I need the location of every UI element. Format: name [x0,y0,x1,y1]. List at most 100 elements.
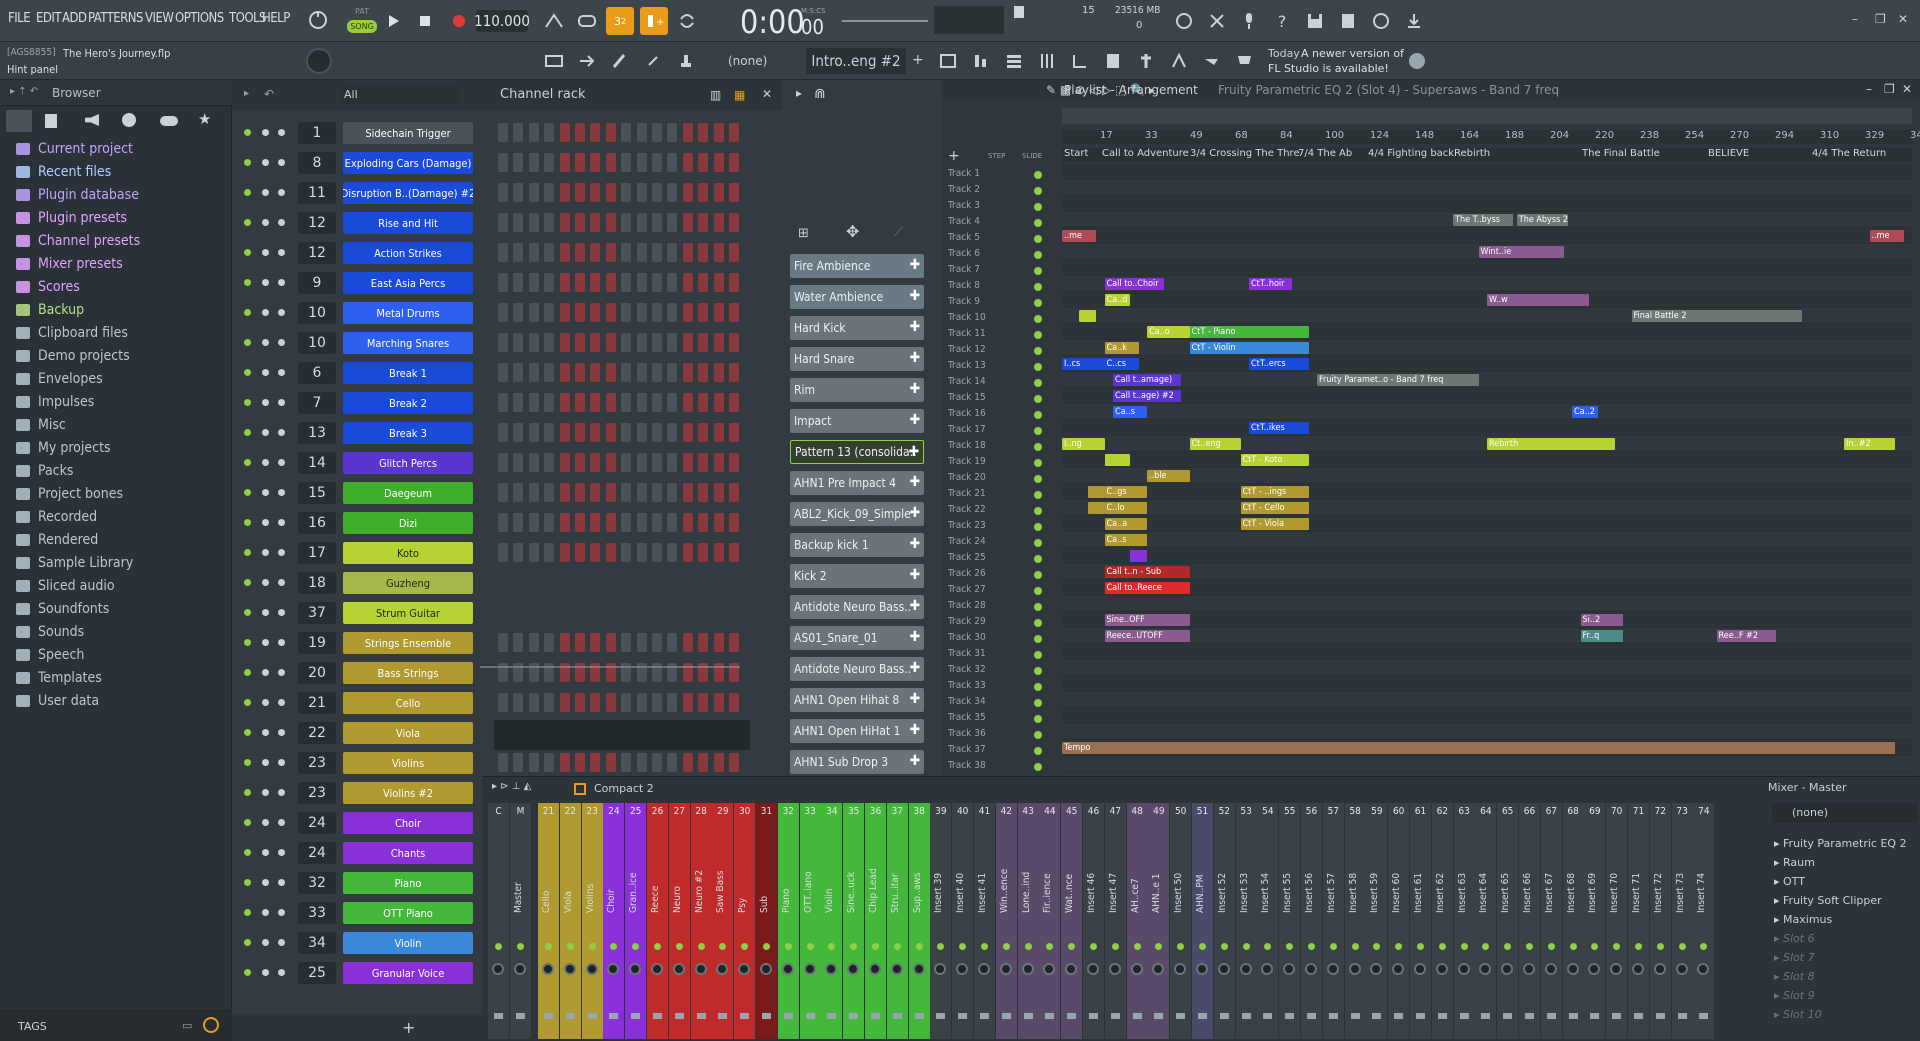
step-button[interactable] [605,753,616,772]
mixer-pan-knob[interactable] [1108,963,1121,975]
mixer-strip[interactable]: 71 Insert 71 [1628,803,1649,1039]
step-button[interactable] [590,183,601,202]
channel-button[interactable]: Viola [343,722,473,744]
step-button[interactable] [713,513,724,532]
step-button[interactable] [667,483,678,502]
track-header[interactable]: Track 31 [948,648,986,659]
channel-button[interactable]: Choir [343,812,473,834]
step-button[interactable] [590,243,601,262]
mixer-strip[interactable]: 38 Sup..aws [908,803,930,1039]
add-icon[interactable]: ✚ [909,257,920,273]
step-button[interactable] [682,273,693,292]
step-button[interactable] [667,513,678,532]
mixer-pan-knob[interactable] [1610,963,1623,975]
mixer-pan-knob[interactable] [1632,963,1644,975]
track-header[interactable]: Track 33 [948,680,986,691]
playlist-clip[interactable]: Wint..ie [1478,246,1564,258]
step-button[interactable] [698,543,709,562]
channel-active-led[interactable] [244,459,251,466]
mixer-strip[interactable]: 65 Insert 65 [1497,803,1519,1039]
step-button[interactable] [498,693,508,712]
mixer-mute-led[interactable] [1504,943,1512,950]
channel-button[interactable]: OTT Piano [343,902,473,924]
mixer-pan-knob[interactable] [1043,963,1056,975]
browser-item[interactable]: User data [16,690,99,712]
browser-item[interactable]: Sounds [16,621,84,643]
mixer-strip[interactable]: 42 Win..ence [995,803,1017,1039]
step-button[interactable] [528,243,539,262]
step-button[interactable] [698,453,709,472]
step-button[interactable] [559,273,570,292]
playlist-clip[interactable]: In..#2 [1844,438,1895,450]
step-button[interactable] [575,543,585,562]
picker-item[interactable]: Hard Kick ✚ [790,316,924,340]
playlist-clip[interactable]: Ca..a [1104,518,1147,530]
mixer-fader[interactable] [1416,1013,1425,1019]
channel-active-led[interactable] [244,309,251,316]
step-button[interactable] [605,453,616,472]
track-header[interactable]: Track 23 [948,520,986,531]
playlist-clip[interactable]: The T..byss [1453,214,1513,226]
step-button[interactable] [575,483,585,502]
mixer-fader[interactable] [980,1013,989,1019]
picker-arrow-icon[interactable]: ▸ [796,86,802,100]
step-button[interactable] [698,633,709,652]
step-button[interactable] [590,363,601,382]
mixer-strip[interactable]: 43 Lone..ind [1017,803,1039,1039]
mixer-mute-led[interactable] [1460,943,1468,950]
step-button[interactable] [636,363,647,382]
browser-item[interactable]: Packs [16,460,73,482]
mixer-pan-knob[interactable] [825,963,838,975]
step-button[interactable] [544,243,555,262]
browser-item[interactable]: Plugin presets [16,207,127,229]
mixer-pan-knob[interactable] [869,963,881,975]
mixer-pan-knob[interactable] [956,963,969,975]
step-button[interactable] [513,393,524,412]
step-button[interactable] [498,393,508,412]
channel-button[interactable]: Guzheng [343,572,473,594]
browser-filter-files-icon[interactable] [45,114,57,128]
playlist-clip[interactable]: The Abyss 2 [1516,214,1568,226]
channel-pan-knob[interactable] [262,639,269,646]
step-button[interactable] [559,543,570,562]
wait-input-icon[interactable] [573,7,601,35]
step-button[interactable] [636,123,647,142]
channel-volume-knob[interactable] [278,789,285,796]
track-mute-led[interactable] [1034,171,1042,179]
mixer-pan-knob[interactable] [1283,963,1296,975]
playlist-clip[interactable]: Rebirth [1487,438,1615,450]
plugin-view-icon[interactable] [1099,47,1127,75]
fx-slot[interactable]: ▸ Slot 8 [1774,970,1815,983]
mixer-fader[interactable] [587,1013,597,1019]
step-button[interactable] [636,303,647,322]
step-button[interactable] [544,303,555,322]
mixer-mute-led[interactable] [1351,943,1359,950]
mixer-track-number[interactable]: 16 [298,512,336,534]
channel-button[interactable]: Granular Voice [343,962,473,984]
playlist-clip[interactable]: ..me [1869,230,1904,242]
track-header[interactable]: Track 1 [948,168,980,179]
mixer-view-label[interactable]: Compact 2 [594,782,654,795]
mixer-mute-led[interactable] [675,943,683,950]
mixer-strip[interactable]: 34 Violin [821,803,843,1039]
step-button[interactable] [575,123,585,142]
add-icon[interactable]: ✚ [909,722,920,738]
channel-pan-knob[interactable] [262,729,269,736]
track-mute-led[interactable] [1034,459,1042,467]
step-button[interactable] [667,633,678,652]
browser-view-icon[interactable] [1066,47,1094,75]
mixer-pan-knob[interactable] [1523,963,1535,975]
menu-file[interactable]: FILE [8,11,31,26]
browser-item[interactable]: Sliced audio [16,575,115,597]
channel-active-led[interactable] [244,339,251,346]
playlist-clip[interactable]: CtT - Violin [1189,342,1309,354]
mixer-track-number[interactable]: 24 [298,842,336,864]
browser-item[interactable]: Demo projects [16,345,130,367]
channel-active-led[interactable] [244,579,251,586]
channel-pan-knob[interactable] [262,669,269,676]
step-button[interactable] [682,393,693,412]
mixer-strip[interactable]: 28 Neuro #2 [690,803,712,1039]
step-button[interactable] [667,303,678,322]
mixer-strip[interactable]: C [488,803,509,1039]
mixer-mute-led[interactable] [937,943,945,950]
